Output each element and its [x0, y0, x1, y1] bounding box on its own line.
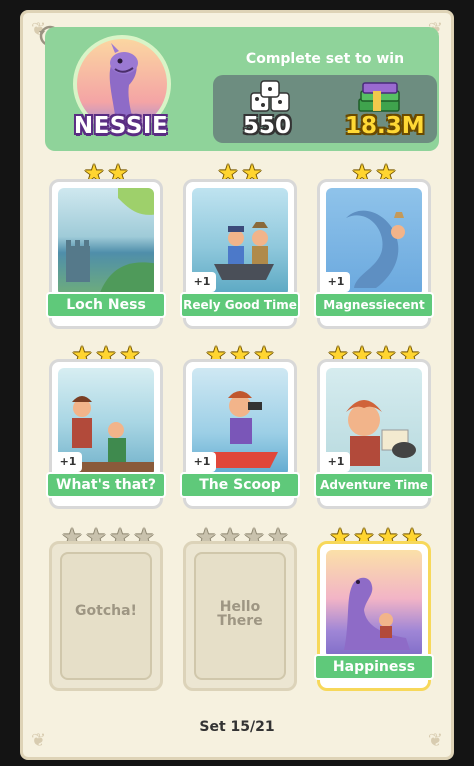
cash-reward-value: 18.3M [345, 113, 425, 139]
dice-icon [250, 80, 290, 112]
set-header: NESSIE Complete set to win 550 18.3M [45, 27, 439, 151]
card-reely-good-time[interactable]: +1 Reely Good Time [180, 179, 300, 329]
card-name: The Scoop [180, 472, 300, 498]
card-loch-ness[interactable]: Loch Ness [46, 179, 166, 329]
card-name: What's that? [46, 472, 166, 498]
card-name: Hello There [217, 599, 263, 629]
extra-count-badge: +1 [322, 272, 350, 292]
extra-count-badge: +1 [188, 452, 216, 472]
set-progress: Set 15/21 [199, 719, 275, 735]
card-name: Loch Ness [46, 292, 166, 318]
card-whats-that[interactable]: +1 What's that? [46, 359, 166, 509]
extra-count-badge: +1 [54, 452, 82, 472]
set-subtitle: Complete set to win [245, 51, 405, 67]
castle-illustration [66, 188, 154, 296]
album-panel: ❦ ❦ ❦ ❦ NESSIE Complete set to win [20, 10, 454, 760]
card-hello-there-locked[interactable]: Hello There [183, 541, 297, 691]
cash-stack-icon [358, 82, 400, 112]
card-name: Adventure Time [314, 472, 434, 498]
dice-reward-value: 550 [243, 113, 292, 139]
card-the-scoop[interactable]: +1 The Scoop [180, 359, 300, 509]
card-name: Happiness [314, 654, 434, 680]
card-art [58, 188, 154, 296]
card-happiness[interactable]: Happiness [314, 541, 434, 691]
rewards-box: 550 18.3M [213, 75, 437, 143]
card-gotcha-locked[interactable]: Gotcha! [49, 541, 163, 691]
card-name: Reely Good Time [180, 292, 300, 318]
card-adventure-time[interactable]: +1 Adventure Time [314, 359, 434, 509]
card-art [326, 550, 422, 658]
nessie-ride-illustration [344, 577, 410, 650]
character-name: NESSIE [73, 113, 169, 139]
extra-count-badge: +1 [188, 272, 216, 292]
extra-count-badge: +1 [322, 452, 350, 472]
card-name: Magnessiecent [314, 292, 434, 318]
card-name: Gotcha! [75, 603, 137, 619]
card-magnessiecent[interactable]: +1 Magnessiecent [314, 179, 434, 329]
